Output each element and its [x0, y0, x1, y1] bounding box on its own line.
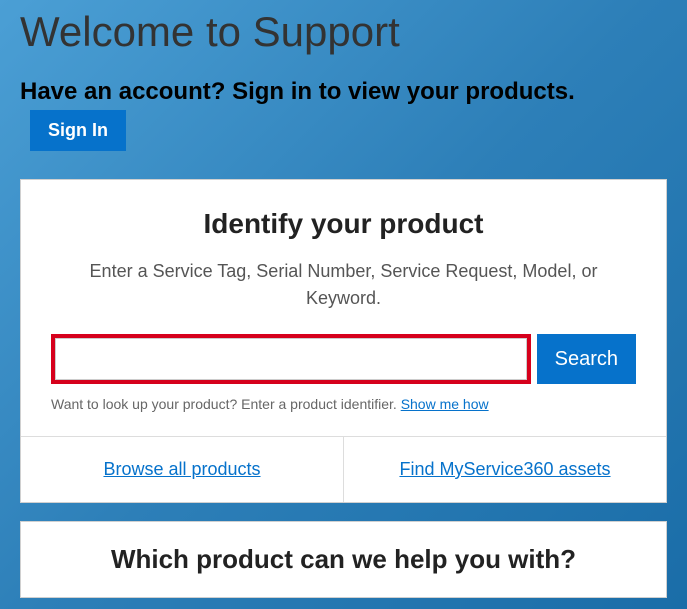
search-row: Search	[51, 334, 636, 384]
identify-title: Identify your product	[51, 208, 636, 240]
hint-text: Want to look up your product? Enter a pr…	[51, 396, 401, 412]
show-me-how-link[interactable]: Show me how	[401, 396, 489, 412]
signin-prompt-row: Have an account? Sign in to view your pr…	[20, 74, 667, 151]
identify-subtitle: Enter a Service Tag, Serial Number, Serv…	[51, 258, 636, 312]
search-input-highlight	[51, 334, 531, 384]
signin-prompt-text: Have an account? Sign in to view your pr…	[20, 78, 575, 105]
signin-button[interactable]: Sign In	[30, 110, 126, 151]
page-title: Welcome to Support	[20, 8, 667, 56]
hint-row: Want to look up your product? Enter a pr…	[51, 396, 636, 412]
which-product-title: Which product can we help you with?	[51, 544, 636, 575]
identify-product-card: Identify your product Enter a Service Ta…	[20, 179, 667, 503]
bottom-links-row: Browse all products Find MyService360 as…	[21, 436, 666, 502]
search-input[interactable]	[55, 338, 527, 380]
browse-all-products-link[interactable]: Browse all products	[103, 459, 260, 479]
find-myservice360-assets-link[interactable]: Find MyService360 assets	[399, 459, 610, 479]
browse-products-cell: Browse all products	[21, 437, 344, 502]
find-assets-cell: Find MyService360 assets	[344, 437, 666, 502]
search-button[interactable]: Search	[537, 334, 636, 384]
which-product-card: Which product can we help you with?	[20, 521, 667, 598]
